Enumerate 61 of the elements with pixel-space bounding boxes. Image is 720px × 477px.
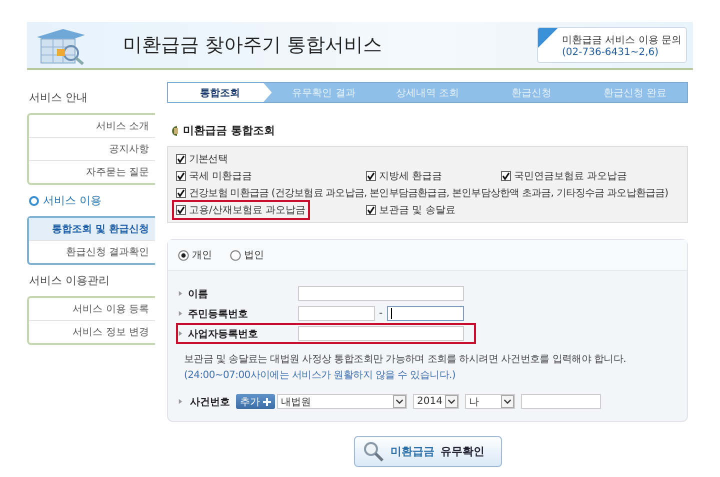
input-field[interactable] — [386, 306, 464, 321]
bullet-icon — [178, 290, 183, 297]
year-dropdown[interactable]: 2014 — [413, 394, 459, 409]
checkbox[interactable] — [366, 171, 376, 181]
checkbox-option[interactable]: 기본선택 — [174, 151, 230, 167]
checkbox-option[interactable]: 지방세 환급금 — [364, 168, 444, 184]
input-field[interactable] — [298, 326, 464, 341]
checkbox-option[interactable]: 국민연금보험료 과오납금 — [499, 168, 630, 184]
notice-text: (24:00~07:00사이에는 서비스가 원활하지 않을 수 있습니다.) — [184, 369, 456, 382]
sidebar-item[interactable]: 자주묻는 질문 — [29, 161, 155, 183]
sidebar-item[interactable]: 환급신청 결과확인 — [29, 241, 155, 263]
sidebar-section-title[interactable]: 서비스 안내 — [27, 82, 155, 113]
checkbox[interactable] — [501, 171, 511, 181]
sidebar-section-title[interactable]: 서비스 이용 — [27, 185, 155, 216]
bullet-icon — [178, 330, 183, 337]
checkbox-option[interactable]: 국세 미환급금 — [174, 168, 254, 184]
check-button[interactable]: 미환급금 유무확인 — [354, 436, 502, 467]
caret-icon — [445, 395, 458, 408]
input-field[interactable] — [521, 394, 601, 409]
section-icon — [169, 124, 179, 136]
input-field[interactable] — [298, 306, 375, 321]
sidebar-section-title[interactable]: 서비스 이용관리 — [27, 265, 155, 296]
sidebar-item[interactable]: 공지사항 — [29, 138, 155, 161]
court-dropdown[interactable]: 내법원 — [277, 394, 407, 409]
sidebar-item[interactable]: 서비스 소개 — [29, 115, 155, 138]
checkbox-option[interactable]: 건강보험 미환급금 (건강보험료 과오납금, 본인부담금환급금, 본인부담상한액 초과금, 기타징수금 과오납환급금) — [174, 185, 670, 201]
bullet-icon — [178, 310, 183, 317]
contact-phone: (02-736-6431~2,6) — [562, 46, 660, 58]
notice-text: 보관금 및 송달료는 대법원 사정상 통합조회만 가능하며 조회를 하시려면 사건번호를 입력해야 합니다. — [184, 353, 627, 366]
circle-icon — [29, 196, 39, 206]
radio-option[interactable]: 개인 — [178, 248, 212, 262]
field-label: 이름 — [188, 288, 209, 300]
checkbox[interactable] — [176, 188, 186, 198]
contact-label: 미환급금 서비스 이용 문의 — [562, 34, 683, 46]
page-title: 미환급금 찾아주기 통합서비스 — [123, 33, 384, 58]
type-dropdown[interactable]: 나 — [465, 394, 515, 409]
radio-button[interactable] — [178, 250, 189, 260]
separator-text: - — [379, 308, 383, 319]
step-tab[interactable]: 통합조회 — [168, 83, 272, 102]
section-title: 미환급금 통합조회 — [183, 123, 275, 138]
field-label: 사건번호 — [190, 396, 230, 408]
caret-icon — [393, 395, 406, 408]
checkbox-option[interactable]: 보관금 및 송달료 — [364, 202, 458, 218]
sidebar-item[interactable]: 서비스 이용 등록 — [29, 298, 155, 321]
checkbox[interactable] — [366, 205, 376, 215]
checkbox[interactable] — [176, 205, 186, 215]
input-field[interactable] — [298, 286, 464, 301]
checkbox[interactable] — [176, 171, 186, 181]
field-label: 사업자등록번호 — [188, 328, 259, 340]
field-label: 주민등록번호 — [188, 308, 249, 320]
radio-button[interactable] — [230, 250, 241, 260]
checkbox[interactable] — [176, 154, 186, 164]
caret-icon — [501, 395, 514, 408]
add-button[interactable]: 추가 — [236, 394, 275, 409]
radio-option[interactable]: 법인 — [230, 248, 264, 262]
bullet-icon — [178, 398, 183, 405]
plus-icon — [263, 398, 271, 406]
search-icon — [362, 440, 384, 462]
sidebar-item[interactable]: 통합조회 및 환급신청 — [29, 218, 155, 241]
sidebar-item[interactable]: 서비스 정보 변경 — [29, 321, 155, 343]
checkbox-option[interactable]: 고용/산재보험료 과오납금 — [174, 202, 308, 218]
